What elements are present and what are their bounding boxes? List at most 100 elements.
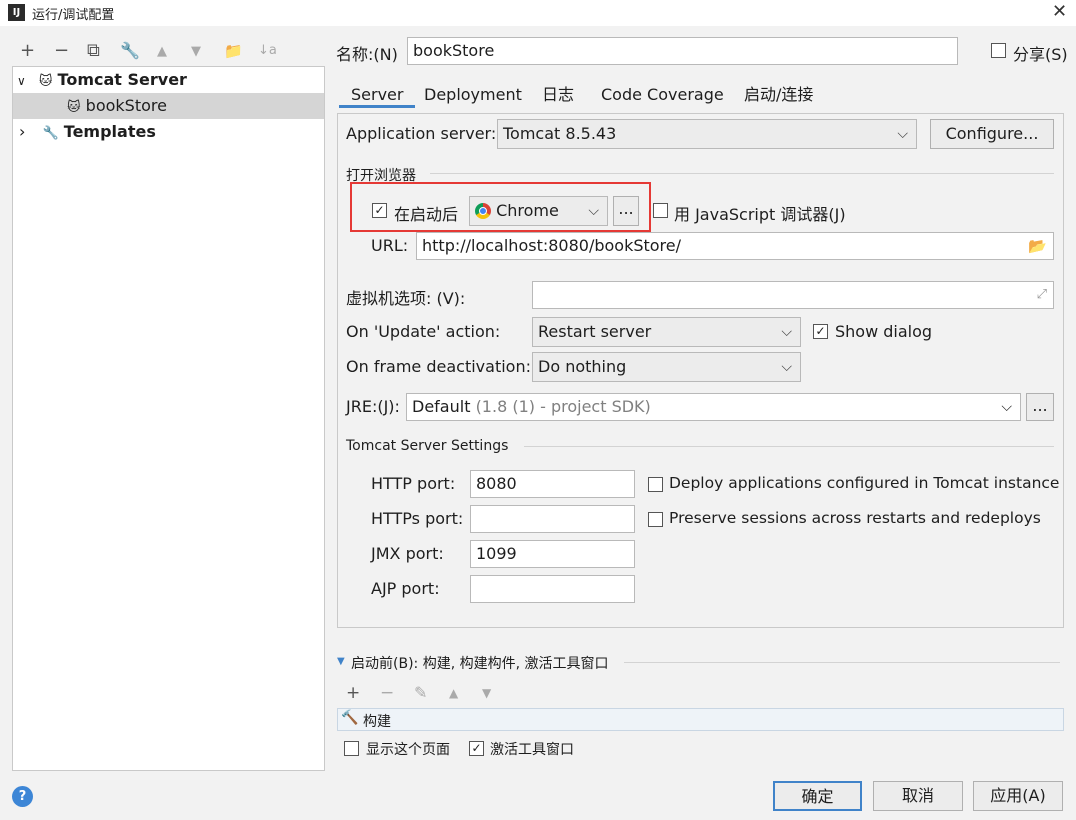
chevron-down-icon: ⌵ (897, 126, 908, 142)
app-server-select[interactable]: Tomcat 8.5.43 ⌵ (497, 119, 917, 149)
configure-button[interactable]: Configure... (930, 119, 1054, 149)
js-debugger-checkbox[interactable] (653, 203, 668, 218)
app-server-label: Application server: (346, 124, 497, 143)
ok-button[interactable]: 确定 (773, 781, 862, 811)
chevron-down-icon: ⌵ (1001, 399, 1012, 415)
after-launch-checkbox[interactable]: ✓ (372, 203, 387, 218)
move-down-icon[interactable]: ▼ (482, 686, 491, 700)
add-icon[interactable]: + (20, 40, 35, 61)
deploy-apps-label: Deploy applications configured in Tomcat… (669, 474, 1060, 492)
name-input[interactable]: bookStore (407, 37, 958, 65)
activate-window-checkbox[interactable]: ✓ (469, 741, 484, 756)
frame-deactivation-select[interactable]: Do nothing ⌵ (532, 352, 801, 382)
jre-hint: (1.8 (1) - project SDK) (475, 397, 651, 416)
configuration-tree[interactable]: ∨ 🐱 Tomcat Server 🐱 bookStore › 🔧 Templa… (12, 66, 325, 771)
expand-icon[interactable]: ⤢ (1037, 282, 1047, 308)
remove-icon[interactable]: − (54, 40, 69, 61)
url-value: http://localhost:8080/bookStore/ (422, 236, 682, 255)
collapse-triangle-icon[interactable]: ▼ (337, 656, 345, 667)
tree-item-templates[interactable]: › 🔧 Templates (13, 119, 324, 145)
tree-item-label: Tomcat Server (57, 70, 187, 89)
jmx-port-label: JMX port: (371, 544, 444, 563)
section-divider (524, 446, 1054, 447)
chevron-down-icon: ⌵ (781, 324, 792, 340)
share-checkbox[interactable] (991, 43, 1006, 58)
wrench-icon: 🔧 (42, 126, 59, 141)
tab-logs[interactable]: 日志 (542, 82, 574, 108)
jre-more-button[interactable]: ... (1026, 393, 1054, 421)
jre-value: Default (412, 397, 471, 416)
ajp-port-input[interactable] (470, 575, 635, 603)
tomcat-settings-title: Tomcat Server Settings (346, 438, 509, 454)
update-action-value: Restart server (538, 322, 652, 341)
help-icon[interactable]: ? (12, 786, 33, 807)
section-divider (624, 662, 1060, 663)
tab-deployment[interactable]: Deployment (424, 82, 522, 108)
chevron-down-icon: ⌵ (588, 203, 599, 219)
move-up-icon[interactable]: ▲ (449, 686, 458, 700)
preserve-sessions-checkbox[interactable] (648, 512, 663, 527)
wrench-icon[interactable]: 🔧 (120, 41, 140, 60)
tab-server[interactable]: Server (339, 82, 416, 108)
sort-icon[interactable]: ↓a (258, 43, 277, 58)
url-label: URL: (371, 236, 409, 255)
move-up-icon[interactable]: ▲ (157, 44, 167, 59)
browser-more-button[interactable]: ... (613, 196, 639, 226)
https-port-label: HTTPs port: (371, 509, 464, 528)
http-port-label: HTTP port: (371, 474, 456, 493)
chevron-down-icon[interactable]: ∨ (17, 74, 26, 88)
vm-options-input[interactable]: ⤢ (532, 281, 1054, 309)
show-dialog-label: Show dialog (835, 322, 933, 341)
show-page-label: 显示这个页面 (366, 742, 450, 758)
title-bar: IJ 运行/调试配置 ✕ (0, 0, 1076, 26)
intellij-icon: IJ (8, 4, 25, 21)
tree-item-label: Templates (63, 122, 156, 141)
show-page-checkbox[interactable] (344, 741, 359, 756)
activate-window-label: 激活工具窗口 (490, 742, 574, 758)
add-icon[interactable]: + (346, 683, 360, 703)
browser-value: Chrome (496, 201, 559, 220)
before-launch-list[interactable]: 🔨 构建 (337, 708, 1064, 731)
chevron-down-icon: ⌵ (781, 359, 792, 375)
before-launch-title: 启动前(B): 构建, 构建构件, 激活工具窗口 (351, 656, 609, 672)
chrome-icon (475, 203, 491, 219)
update-action-select[interactable]: Restart server ⌵ (532, 317, 801, 347)
task-build[interactable]: 构建 (363, 711, 391, 731)
apply-button[interactable]: 应用(A) (973, 781, 1063, 811)
name-label: 名称:(N) (336, 45, 398, 64)
move-down-icon[interactable]: ▼ (191, 44, 201, 59)
close-icon[interactable]: ✕ (1052, 1, 1067, 22)
deploy-apps-checkbox[interactable] (648, 477, 663, 492)
share-label: 分享(S) (1013, 45, 1068, 64)
folder-icon[interactable]: 📁 (224, 42, 243, 60)
chevron-right-icon[interactable]: › (19, 122, 25, 141)
http-port-input[interactable]: 8080 (470, 470, 635, 498)
ajp-port-label: AJP port: (371, 579, 440, 598)
tomcat-icon: 🐱 (38, 74, 53, 89)
jre-select[interactable]: Default (1.8 (1) - project SDK) ⌵ (406, 393, 1021, 421)
tree-item-tomcat-server[interactable]: ∨ 🐱 Tomcat Server (13, 67, 324, 93)
vm-options-label: 虚拟机选项: (V): (346, 289, 466, 308)
tree-item-bookstore[interactable]: 🐱 bookStore (13, 93, 324, 119)
update-action-label: On 'Update' action: (346, 322, 501, 341)
frame-deactivation-value: Do nothing (538, 357, 627, 376)
jre-label: JRE:(J): (346, 397, 400, 416)
browser-select[interactable]: Chrome ⌵ (469, 196, 608, 226)
https-port-input[interactable] (470, 505, 635, 533)
show-dialog-checkbox[interactable]: ✓ (813, 324, 828, 339)
remove-icon[interactable]: − (380, 683, 394, 703)
copy-icon[interactable]: ⧉ (87, 40, 100, 61)
after-launch-label: 在启动后 (394, 205, 459, 224)
jmx-port-input[interactable]: 1099 (470, 540, 635, 568)
frame-deactivation-label: On frame deactivation: (346, 357, 531, 376)
tomcat-icon: 🐱 (67, 100, 81, 115)
tab-code-coverage[interactable]: Code Coverage (601, 82, 724, 108)
js-debugger-label: 用 JavaScript 调试器(J) (674, 205, 846, 224)
edit-icon[interactable]: ✎ (414, 683, 427, 702)
tab-startup-connection[interactable]: 启动/连接 (744, 82, 813, 108)
window-title: 运行/调试配置 (32, 8, 115, 23)
folder-icon[interactable]: 📂 (1028, 233, 1047, 259)
url-input[interactable]: http://localhost:8080/bookStore/ 📂 (416, 232, 1054, 260)
app-server-value: Tomcat 8.5.43 (503, 124, 617, 143)
cancel-button[interactable]: 取消 (873, 781, 963, 811)
